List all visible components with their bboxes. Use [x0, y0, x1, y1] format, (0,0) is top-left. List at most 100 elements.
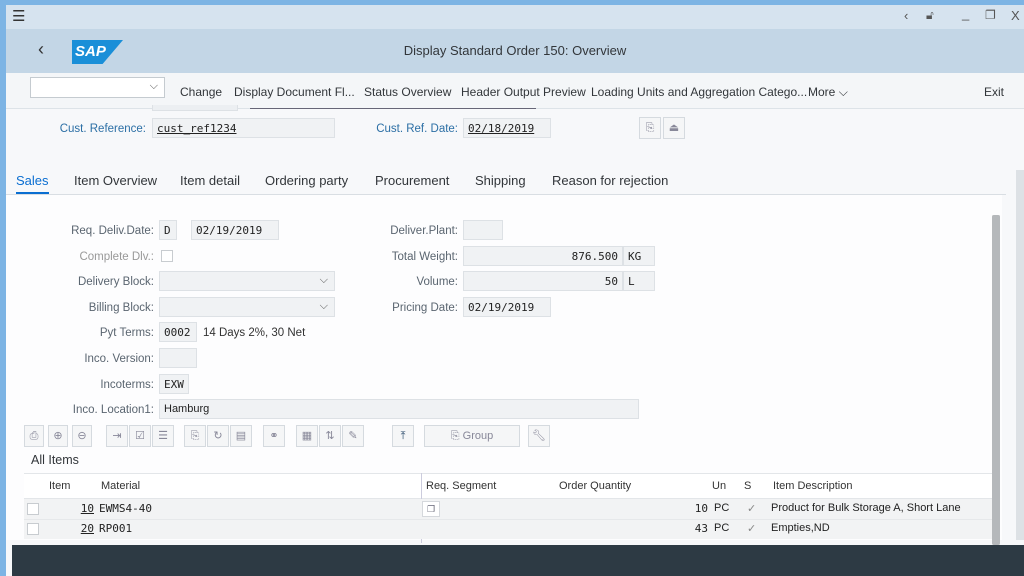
title-bar: ☰ ‹ 🔓︎ _ ❐ X	[6, 5, 1024, 29]
col-material[interactable]: Material	[101, 480, 140, 492]
item-description: Empties,ND	[771, 522, 830, 534]
more-button[interactable]: More ⌵	[808, 85, 848, 100]
req-deliv-date-field[interactable]: 02/19/2019	[191, 220, 279, 240]
expand-icon[interactable]: ⊕	[48, 425, 68, 447]
document-icon[interactable]: ▤	[230, 425, 252, 447]
sort-icon[interactable]: ⇅	[319, 425, 341, 447]
tab-item-overview[interactable]: Item Overview	[74, 173, 157, 188]
status-check-icon: ✓	[747, 503, 757, 515]
upload-icon[interactable]: ⏏	[663, 117, 685, 139]
command-dropdown[interactable]	[30, 77, 165, 98]
row-select-checkbox[interactable]	[27, 503, 39, 515]
select-all-icon[interactable]: ☑	[129, 425, 151, 447]
close-icon[interactable]: X	[1011, 8, 1020, 23]
status-overview-button[interactable]: Status Overview	[364, 85, 451, 99]
col-unit[interactable]: Un	[712, 480, 726, 492]
group-label: Group	[462, 430, 494, 442]
display-doc-icon[interactable]: ⎘	[639, 117, 661, 139]
table-row[interactable]	[24, 519, 992, 539]
pyt-terms-label: Pyt Terms:	[99, 327, 154, 339]
tab-shipping[interactable]: Shipping	[475, 173, 526, 188]
delivery-block-label: Delivery Block:	[77, 276, 154, 288]
tab-ordering-party[interactable]: Ordering party	[265, 173, 348, 188]
inco-version-field[interactable]	[159, 348, 197, 368]
tab-procurement[interactable]: Procurement	[375, 173, 449, 188]
req-deliv-type-field[interactable]: D	[159, 220, 177, 240]
req-deliv-label: Req. Deliv.Date:	[71, 225, 154, 237]
display-document-flow-button[interactable]: Display Document Fl...	[234, 85, 355, 99]
incoterms-field[interactable]: EXW	[159, 374, 189, 394]
volume-field[interactable]: 50	[463, 271, 623, 291]
link-icon[interactable]: ⚭	[263, 425, 285, 447]
volume-unit-field[interactable]: L	[623, 271, 655, 291]
cut-off-line	[250, 108, 536, 109]
item-number[interactable]: 10	[62, 502, 94, 515]
items-title: All Items	[31, 453, 79, 467]
inco-version-label: Inco. Version:	[84, 353, 154, 365]
billing-block-dropdown[interactable]	[159, 297, 335, 317]
unit: PC	[714, 502, 730, 514]
edit-icon[interactable]: ✎	[342, 425, 364, 447]
exit-button[interactable]: Exit	[984, 85, 1004, 99]
weight-unit-field[interactable]: KG	[623, 246, 655, 266]
refresh-icon[interactable]: ↻	[207, 425, 229, 447]
pyt-terms-description: 14 Days 2%, 30 Net	[203, 327, 306, 339]
complete-dlv-checkbox[interactable]	[161, 250, 173, 262]
item-number[interactable]: 20	[62, 522, 94, 535]
more-label: More	[808, 85, 836, 99]
status-check-icon: ✓	[747, 523, 757, 535]
delivery-block-dropdown[interactable]	[159, 271, 335, 291]
page-scrollbar[interactable]	[1016, 170, 1024, 540]
unit: PC	[714, 522, 730, 534]
total-weight-field[interactable]: 876.500	[463, 246, 623, 266]
details-icon[interactable]: ⎙	[24, 425, 44, 447]
col-item-description[interactable]: Item Description	[773, 480, 852, 492]
group-icon: ⎘	[450, 430, 463, 442]
volume-label: Volume:	[416, 276, 458, 288]
deliver-plant-field[interactable]	[463, 220, 503, 240]
cust-ref-date-field[interactable]: 02/18/2019	[463, 118, 551, 138]
loading-units-button[interactable]: Loading Units and Aggregation Catego...	[591, 85, 807, 99]
col-order-quantity[interactable]: Order Quantity	[559, 480, 631, 492]
incoterms-label: Incoterms:	[100, 379, 154, 391]
tab-item-detail[interactable]: Item detail	[180, 173, 240, 188]
col-req-segment[interactable]: Req. Segment	[426, 480, 496, 492]
billing-block-label: Billing Block:	[88, 302, 154, 314]
copy-icon[interactable]: ⎘	[184, 425, 206, 447]
col-s[interactable]: S	[744, 480, 751, 492]
item-description: Product for Bulk Storage A, Short Lane	[771, 502, 961, 514]
deselect-all-icon[interactable]: ☰	[152, 425, 174, 447]
restore-icon[interactable]: ❐	[985, 8, 996, 22]
upload-icon[interactable]: ⤒	[392, 425, 414, 447]
group-button[interactable]: ⎘ Group	[424, 425, 520, 447]
inco-location-field[interactable]: Hamburg	[159, 399, 639, 419]
back-small-icon[interactable]: ‹	[904, 8, 908, 23]
pyt-terms-field[interactable]: 0002	[159, 322, 197, 342]
total-weight-label: Total Weight:	[391, 251, 458, 263]
header-output-preview-button[interactable]: Header Output Preview	[461, 85, 586, 99]
minimize-icon[interactable]: _	[962, 6, 969, 21]
collapse-icon[interactable]: ⊖	[72, 425, 92, 447]
tab-reason-for-rejection[interactable]: Reason for rejection	[552, 173, 668, 188]
deliver-plant-label: Deliver.Plant:	[390, 225, 458, 237]
req-segment-icon[interactable]: ❐	[422, 501, 440, 517]
col-item[interactable]: Item	[49, 480, 70, 492]
lock-icon[interactable]: 🔓︎	[926, 8, 934, 23]
insert-row-icon[interactable]: ⇥	[106, 425, 128, 447]
pricing-date-field[interactable]: 02/19/2019	[463, 297, 551, 317]
inco-location-label: Inco. Location1:	[72, 404, 154, 416]
row-select-checkbox[interactable]	[27, 523, 39, 535]
complete-dlv-label: Complete Dlv.:	[79, 251, 154, 263]
cust-ref-field[interactable]: cust_ref1234	[152, 118, 335, 138]
cust-ref-date-label: Cust. Ref. Date:	[376, 123, 458, 135]
pricing-date-label: Pricing Date:	[392, 302, 458, 314]
order-quantity: 10	[694, 502, 708, 515]
panel-scrollbar[interactable]	[992, 215, 1000, 545]
tab-sales[interactable]: Sales	[16, 173, 49, 194]
sap-window: ☰ ‹ 🔓︎ _ ❐ X ‹ SAP Display Standard Orde…	[6, 5, 1024, 576]
table-icon[interactable]: ▦	[296, 425, 318, 447]
settings-wrench-icon[interactable]: 🔧︎	[528, 425, 550, 447]
material: RP001	[99, 522, 133, 535]
change-button[interactable]: Change	[180, 85, 222, 99]
menu-icon[interactable]: ☰	[12, 7, 25, 25]
